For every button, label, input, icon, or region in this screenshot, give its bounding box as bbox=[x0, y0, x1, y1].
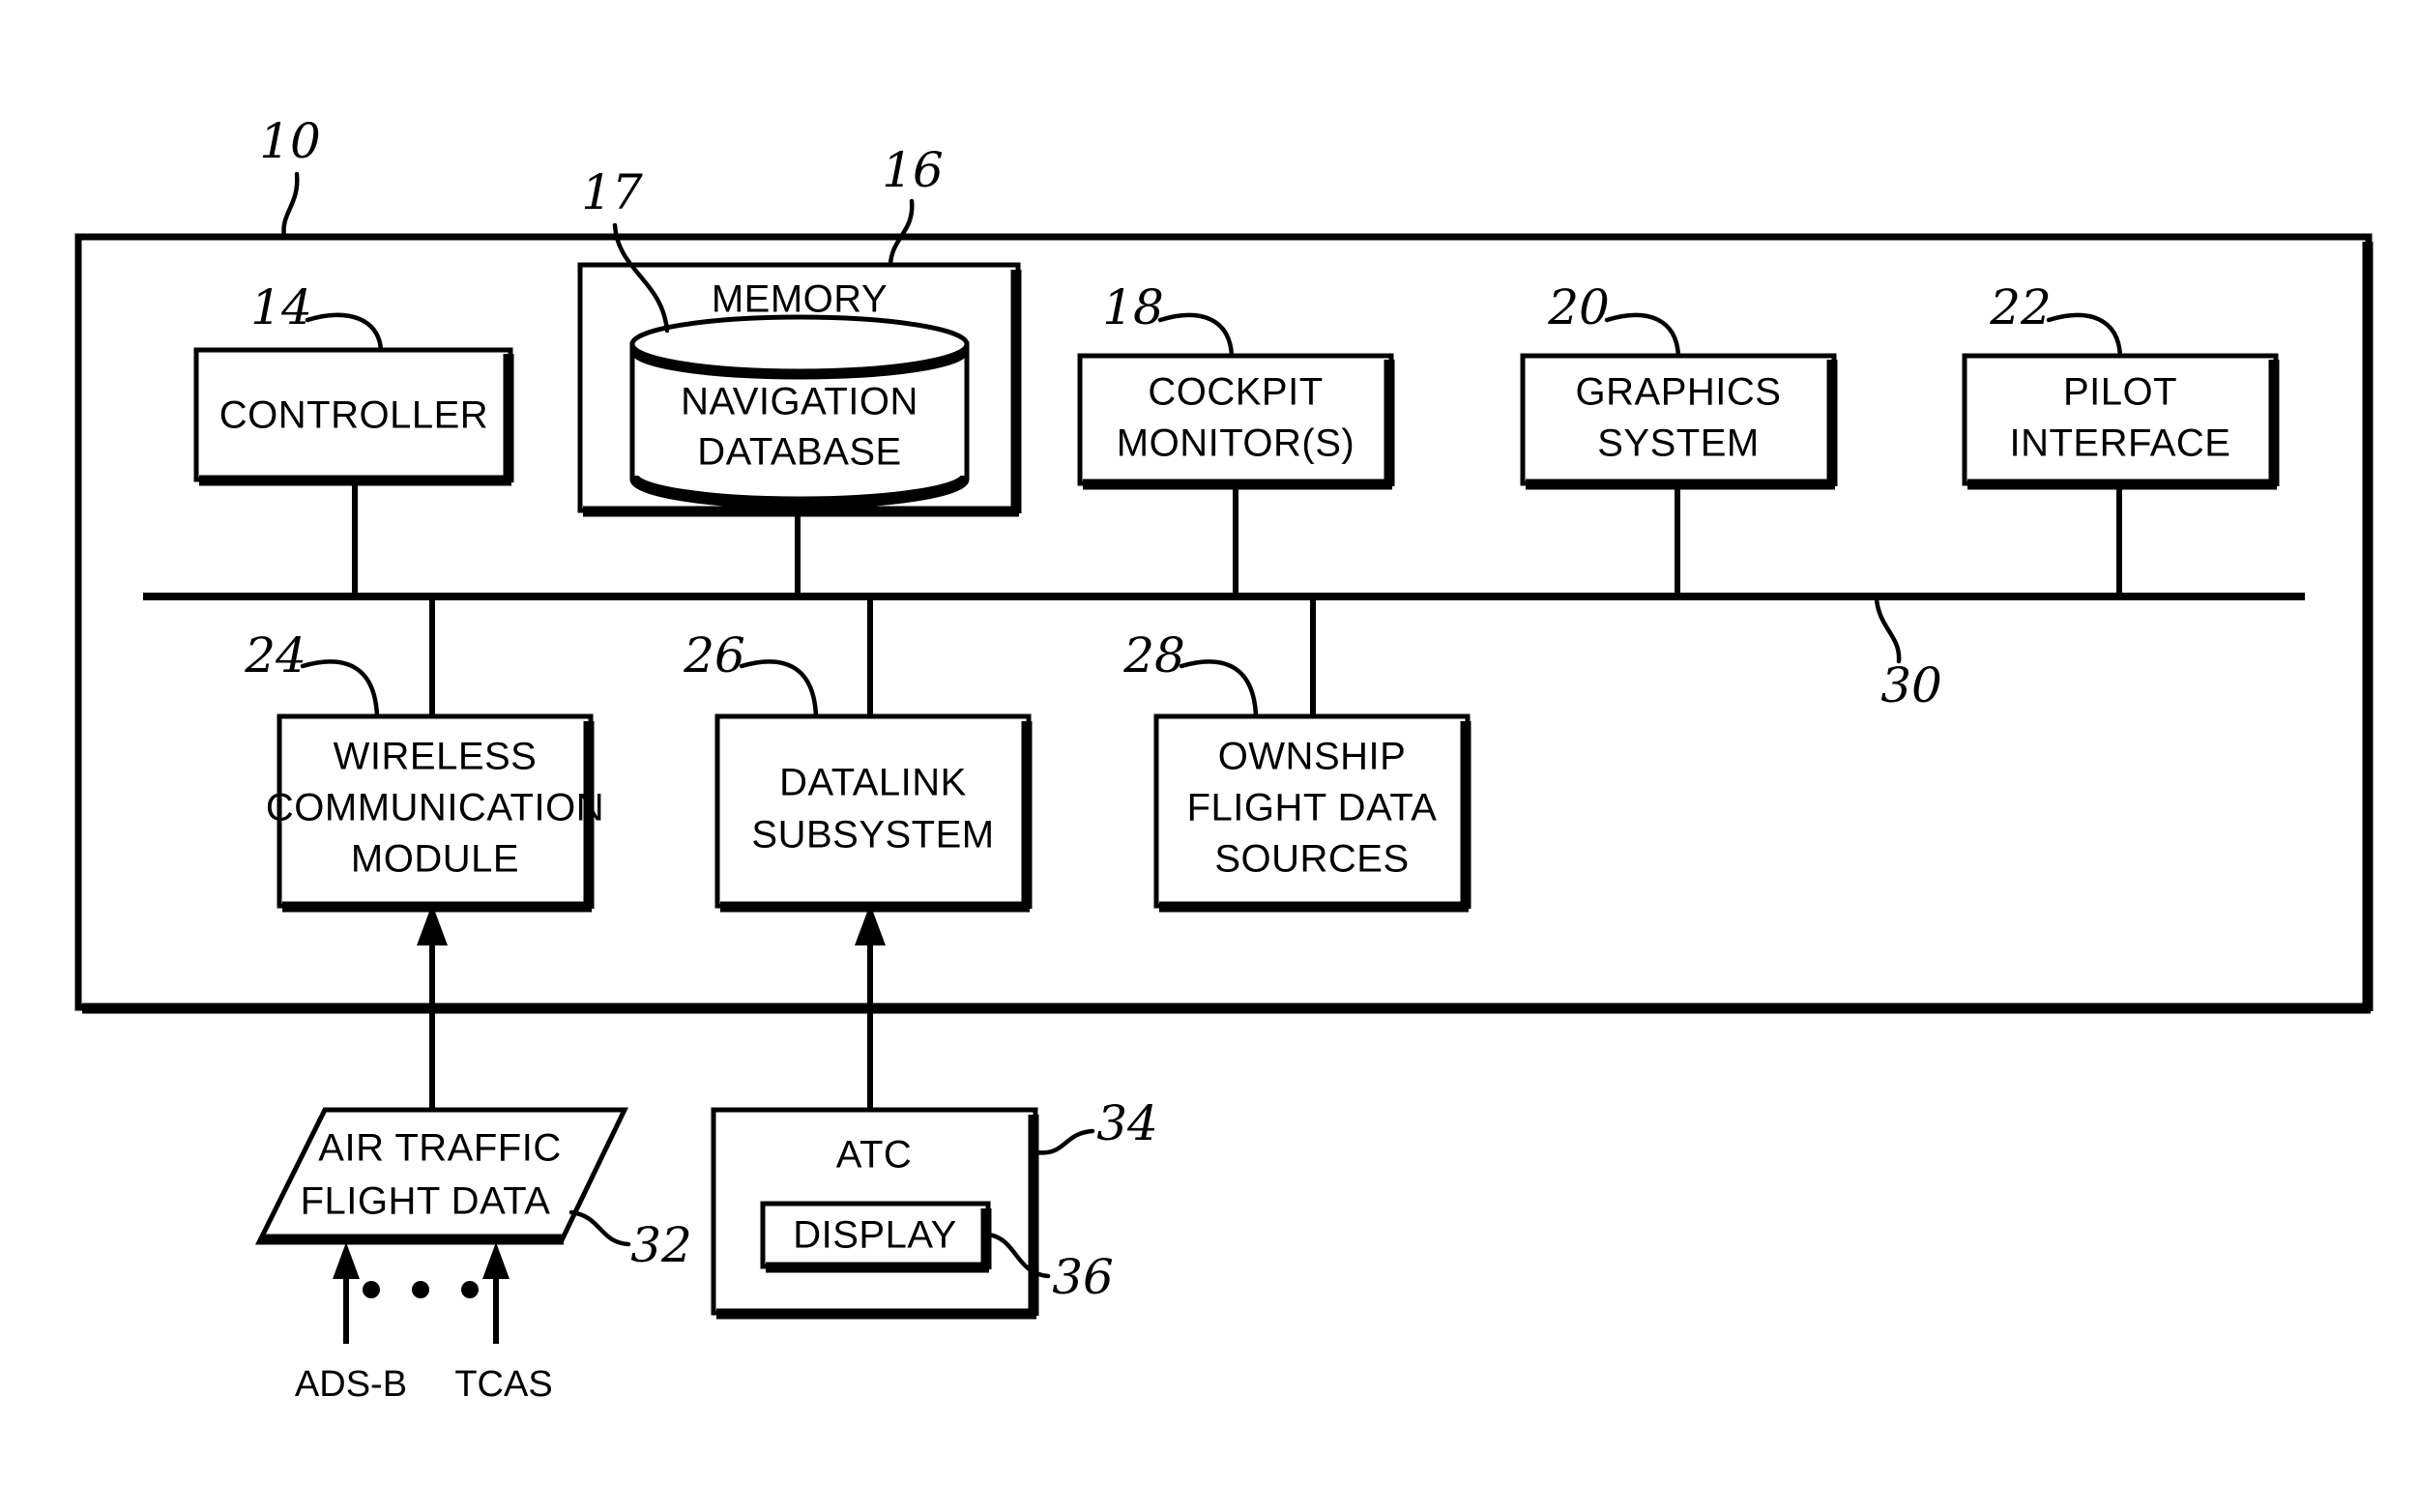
figure-canvas: CONTROLLER MEMORY NAVIGATION DATABASE CO… bbox=[74, 113, 2374, 1405]
source-label-adsb: ADS-B bbox=[295, 1364, 407, 1405]
ellipsis-dot-1 bbox=[363, 1281, 380, 1298]
ref-number-28: 28 bbox=[1122, 627, 1185, 683]
ref-number-14: 14 bbox=[250, 279, 312, 335]
block-wireless-label-line1: WIRELESS bbox=[334, 736, 538, 778]
leader-14 bbox=[305, 312, 384, 353]
leader-18 bbox=[1157, 312, 1235, 359]
leader-24 bbox=[300, 659, 380, 719]
block-graphics-system-label-line1: GRAPHICS bbox=[1576, 371, 1782, 414]
block-pilot-interface-label-line2: INTERFACE bbox=[2010, 422, 2231, 465]
block-ownship-label-line1: OWNSHIP bbox=[1218, 736, 1407, 778]
block-datalink-subsystem bbox=[714, 713, 1032, 909]
ref-number-16: 16 bbox=[882, 142, 944, 198]
ellipsis-dot-3 bbox=[461, 1281, 479, 1298]
block-atc-label: ATC bbox=[836, 1134, 913, 1177]
block-atfd-label-line2: FLIGHT DATA bbox=[301, 1180, 551, 1223]
ref-number-22: 22 bbox=[1989, 279, 2052, 335]
leader-10 bbox=[281, 171, 300, 240]
block-display-label: DISPLAY bbox=[793, 1214, 957, 1257]
block-atfd-label-line1: AIR TRAFFIC bbox=[318, 1127, 561, 1170]
ellipsis-dot-2 bbox=[412, 1281, 429, 1298]
ref-number-17: 17 bbox=[581, 164, 643, 220]
ref-number-34: 34 bbox=[1096, 1095, 1158, 1151]
block-datalink-label-line2: SUBSYSTEM bbox=[751, 814, 994, 857]
patent-figure: CONTROLLER MEMORY NAVIGATION DATABASE CO… bbox=[0, 0, 2418, 1512]
navigation-database-label-line2: DATABASE bbox=[697, 431, 901, 474]
ref-number-32: 32 bbox=[630, 1217, 692, 1273]
arrow-tcas-head bbox=[482, 1242, 510, 1279]
block-controller-label: CONTROLLER bbox=[219, 394, 488, 437]
leader-22 bbox=[2046, 312, 2123, 359]
ref-number-24: 24 bbox=[244, 627, 306, 683]
navigation-database-cylinder-top bbox=[629, 314, 970, 374]
block-graphics-system-label-line2: SYSTEM bbox=[1597, 422, 1759, 465]
ref-number-10: 10 bbox=[259, 113, 321, 169]
leader-16 bbox=[888, 198, 915, 268]
leader-28 bbox=[1179, 659, 1259, 719]
block-wireless-label-line3: MODULE bbox=[351, 838, 519, 881]
leader-30 bbox=[1874, 596, 1902, 664]
block-ownship-label-line2: FLIGHT DATA bbox=[1187, 787, 1438, 829]
block-wireless-label-line2: COMMUNICATION bbox=[266, 787, 604, 829]
ref-number-18: 18 bbox=[1102, 279, 1164, 335]
block-cockpit-monitors-label-line2: MONITOR(S) bbox=[1117, 422, 1355, 465]
ref-number-26: 26 bbox=[683, 627, 745, 683]
leader-26 bbox=[739, 659, 819, 719]
block-ownship-label-line3: SOURCES bbox=[1214, 838, 1409, 881]
block-datalink-label-line1: DATALINK bbox=[779, 762, 967, 804]
ref-number-36: 36 bbox=[1052, 1249, 1114, 1305]
leader-32 bbox=[568, 1209, 631, 1247]
leader-34 bbox=[1034, 1128, 1095, 1155]
leader-20 bbox=[1604, 312, 1681, 359]
block-memory-label: MEMORY bbox=[712, 278, 888, 321]
ref-number-20: 20 bbox=[1547, 279, 1610, 335]
block-pilot-interface-label-line1: PILOT bbox=[2063, 371, 2177, 414]
source-label-tcas: TCAS bbox=[454, 1364, 552, 1405]
arrow-adsb-head bbox=[333, 1242, 360, 1279]
navigation-database-label-line1: NAVIGATION bbox=[681, 381, 918, 423]
block-cockpit-monitors-label-line1: COCKPIT bbox=[1148, 371, 1323, 414]
ref-number-30: 30 bbox=[1880, 657, 1942, 713]
